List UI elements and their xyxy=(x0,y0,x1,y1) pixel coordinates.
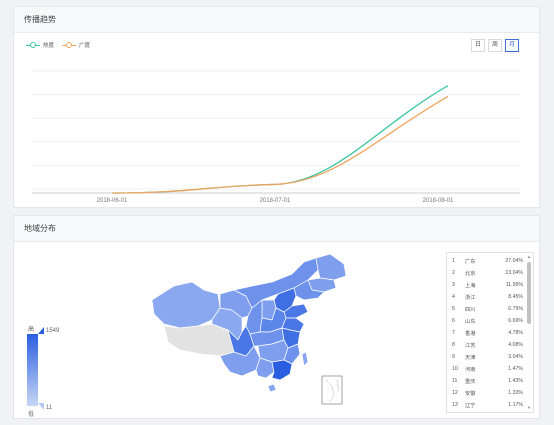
ranking-row: 13 辽宁 1.17% xyxy=(447,399,525,411)
ranking-number: 6 xyxy=(452,318,455,324)
ranking-region-name: 辽宁 xyxy=(465,403,476,409)
ranking-scrollbar[interactable]: ▲ ▼ xyxy=(526,254,532,411)
ranking-percent: 6.79% xyxy=(508,306,523,312)
ranking-row: 12 安徽 1.33% xyxy=(447,387,525,399)
ranking-row: 5 四川 6.79% xyxy=(447,303,525,315)
ranking-region-name: 北京 xyxy=(465,271,476,277)
ranking-region-name: 山东 xyxy=(465,319,476,325)
ranking-percent: 1.47% xyxy=(508,366,523,372)
ranking-row: 8 江苏 4.08% xyxy=(447,339,525,351)
ranking-row: 11 重庆 1.43% xyxy=(447,375,525,387)
ranking-percent: 3.04% xyxy=(508,354,523,360)
ranking-number: 10 xyxy=(452,366,458,372)
trend-panel: 传播趋势 热度 广度 日 周 月 2018-06-01 2018-07-01 201… xyxy=(13,6,540,208)
x-tick-label: 2018-07-01 xyxy=(260,198,291,204)
scale-low-label: 低 xyxy=(28,412,35,418)
region-title: 地域分布 xyxy=(14,216,539,242)
ranking-region-name: 上海 xyxy=(465,283,476,289)
ranking-number: 4 xyxy=(452,294,455,300)
ranking-row: 9 天津 3.04% xyxy=(447,351,525,363)
ranking-row: 6 山东 6.69% xyxy=(447,315,525,327)
color-scale-bar xyxy=(27,334,38,406)
ranking-number: 12 xyxy=(452,390,458,396)
series-line-heat xyxy=(111,85,449,194)
ranking-row: 1 广东 27.04% xyxy=(447,255,525,267)
x-tick-label: 2018-06-01 xyxy=(97,198,128,204)
ranking-number: 7 xyxy=(452,330,455,336)
series-line-breadth xyxy=(111,95,449,194)
scale-min-handle-icon[interactable] xyxy=(38,403,44,411)
ranking-region-name: 安徽 xyxy=(465,391,476,397)
map-region-guangdong xyxy=(271,359,293,381)
ranking-percent: 8.45% xyxy=(508,294,523,300)
ranking-percent: 27.04% xyxy=(505,258,523,264)
x-tick-label: 2018-08-01 xyxy=(423,198,454,204)
ranking-number: 11 xyxy=(452,378,458,384)
ranking-row: 3 上海 11.99% xyxy=(447,279,525,291)
map-region-hainan xyxy=(267,383,277,393)
scroll-up-arrow-icon[interactable]: ▲ xyxy=(526,254,532,260)
ranking-number: 13 xyxy=(452,402,458,408)
ranking-row: 7 香港 4.78% xyxy=(447,327,525,339)
ranking-row: 10 河南 1.47% xyxy=(447,363,525,375)
map-region-xinjiang xyxy=(151,281,221,329)
map-region-heilongjiang xyxy=(315,253,347,281)
ranking-number: 5 xyxy=(452,306,455,312)
scale-high-label: 高 xyxy=(28,327,35,333)
ranking-number: 3 xyxy=(452,282,455,288)
scale-max-value: 1549 xyxy=(46,328,60,334)
scroll-thumb[interactable] xyxy=(527,262,531,324)
scale-min-value: 11 xyxy=(46,405,53,411)
ranking-row: 4 浙江 8.45% xyxy=(447,291,525,303)
ranking-region-name: 浙江 xyxy=(465,295,476,301)
ranking-percent: 1.43% xyxy=(508,378,523,384)
ranking-region-name: 河南 xyxy=(465,367,476,373)
ranking-percent: 11.99% xyxy=(505,282,523,288)
ranking-percent: 4.78% xyxy=(508,330,523,336)
ranking-percent: 1.33% xyxy=(508,390,523,396)
ranking-number: 2 xyxy=(452,270,455,276)
ranking-number: 1 xyxy=(452,258,455,264)
map-region-taiwan xyxy=(301,351,309,367)
trend-line-chart: 2018-06-01 2018-07-01 2018-08-01 xyxy=(32,70,520,204)
scale-max-handle-icon[interactable] xyxy=(38,327,44,335)
ranking-region-name: 江苏 xyxy=(465,343,476,349)
ranking-region-name: 广东 xyxy=(465,259,476,265)
ranking-number: 8 xyxy=(452,342,455,348)
ranking-region-name: 四川 xyxy=(465,307,476,313)
ranking-region-name: 天津 xyxy=(465,355,476,361)
south-china-sea-inset xyxy=(321,375,343,405)
ranking-row: 2 北京 13.04% xyxy=(447,267,525,279)
scroll-down-arrow-icon[interactable]: ▼ xyxy=(526,405,532,411)
ranking-region-name: 香港 xyxy=(465,331,476,337)
ranking-number: 9 xyxy=(452,354,455,360)
ranking-percent: 6.69% xyxy=(508,318,523,324)
region-panel: 地域分布 高 1549 11 低 ▲ ▼ 1 广东 27.04% 2 北京 13… xyxy=(13,215,540,419)
ranking-percent: 13.04% xyxy=(505,270,523,276)
ranking-region-name: 重庆 xyxy=(465,379,476,385)
ranking-percent: 1.17% xyxy=(508,402,523,408)
region-ranking-list[interactable]: ▲ ▼ 1 广东 27.04% 2 北京 13.04% 3 上海 11.99% 4 浙江 8.45% 5… xyxy=(446,252,534,413)
china-map[interactable] xyxy=(134,246,354,416)
ranking-percent: 4.08% xyxy=(508,342,523,348)
